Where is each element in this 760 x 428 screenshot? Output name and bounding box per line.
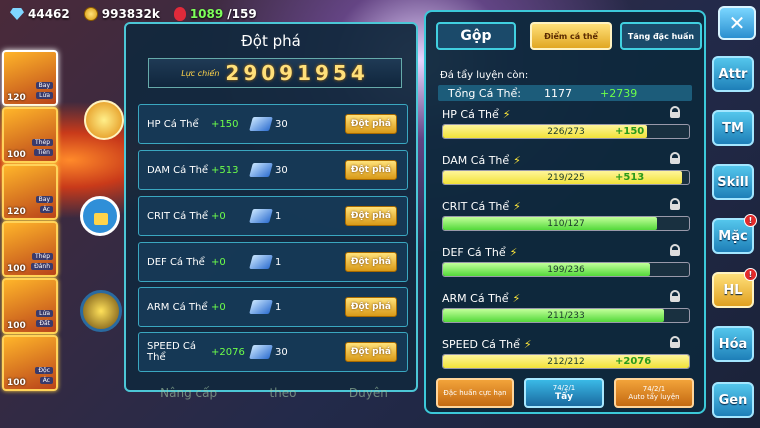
- monster-list: Bay Lửa 120 Thép Tiên 100 Bay Ác 120 Thép Đánh 1…: [2, 50, 60, 392]
- stat-arm: ARM Cá Thể ⚡ 211/233: [442, 290, 690, 323]
- stat-bar: 212/212 +2076: [442, 354, 690, 369]
- crystal-icon: [249, 345, 273, 359]
- lightning-icon: ⚡: [512, 291, 521, 305]
- stat-hp: HP Cá Thể ⚡ 226/273 +150: [442, 106, 690, 139]
- breakthrough-row: DAM Cá Thể +513 30 Đột phá: [138, 150, 408, 190]
- wash-button[interactable]: 74/2/1 Tẩy: [524, 378, 604, 408]
- breakthrough-row: ARM Cá Thể +0 1 Đột phá: [138, 287, 408, 327]
- breakthrough-button[interactable]: Đột phá: [344, 342, 397, 362]
- power-label: Lực chiến: [181, 68, 220, 78]
- lock-icon[interactable]: [670, 290, 680, 302]
- total-points-bar: Tổng Cá Thể: 1177 +2739: [438, 85, 692, 101]
- stat-bar: 219/225 +513: [442, 170, 690, 185]
- nav-gen[interactable]: Gen: [712, 382, 754, 418]
- tab-merge[interactable]: Gộp: [436, 22, 516, 50]
- gold-coin-icon: [83, 7, 98, 21]
- crystal-icon: [249, 209, 273, 223]
- notification-badge: !: [744, 268, 757, 281]
- breakthrough-row: HP Cá Thể +150 30 Đột phá: [138, 104, 408, 144]
- breakthrough-row: SPEED Cá Thể +2076 30 Đột phá: [138, 332, 408, 372]
- nav-tm[interactable]: TM: [712, 110, 754, 146]
- nav-hl[interactable]: HL!: [712, 268, 757, 308]
- stat-bar: 226/273 +150: [442, 124, 690, 139]
- stat-bar: 211/233: [442, 308, 690, 323]
- lightning-icon: ⚡: [513, 199, 521, 213]
- breakthrough-button[interactable]: Đột phá: [344, 252, 397, 272]
- crystal-icon: [249, 117, 273, 131]
- monster-card[interactable]: Bay Ác 120: [2, 164, 58, 220]
- star-badge-icon[interactable]: [84, 100, 124, 140]
- diamond-icon: [10, 8, 24, 20]
- lightning-icon: ⚡: [523, 337, 532, 351]
- lock-icon[interactable]: [670, 106, 680, 118]
- lightning-icon: ⚡: [513, 153, 521, 167]
- breakthrough-row: DEF Cá Thể +0 1 Đột phá: [138, 242, 408, 282]
- nav-skill[interactable]: Skill: [712, 164, 754, 200]
- lock-icon[interactable]: [670, 336, 680, 348]
- monster-card[interactable]: Thép Đánh 100: [2, 221, 58, 277]
- monster-card[interactable]: Thép Tiên 100: [2, 107, 58, 163]
- auto-wash-button[interactable]: 74/2/1 Auto tẩy luyện: [614, 378, 694, 408]
- crystal-icon: [249, 163, 273, 177]
- nav-attr[interactable]: Attr: [712, 56, 754, 92]
- evolution-orb-icon[interactable]: [80, 290, 122, 332]
- panel-title: Đột phá: [241, 32, 301, 50]
- lock-icon[interactable]: [670, 152, 680, 164]
- gems-counter: 44462: [10, 7, 70, 21]
- monster-card[interactable]: Độc Ác 100: [2, 335, 58, 391]
- stat-bar: 110/127: [442, 216, 690, 231]
- notification-badge: !: [744, 214, 757, 227]
- lightning-icon: ⚡: [502, 107, 511, 121]
- bag-lock-icon[interactable]: [80, 196, 120, 236]
- crystal-icon: [249, 300, 273, 314]
- stat-crit: CRIT Cá Thể ⚡ 110/127: [442, 198, 690, 231]
- crystal-icon: [249, 255, 273, 269]
- stones-remaining-label: Đá tẩy luyện còn:: [440, 70, 529, 81]
- stat-bar: 199/236: [442, 262, 690, 277]
- stat-dam: DAM Cá Thể ⚡ 219/225 +513: [442, 152, 690, 185]
- close-button[interactable]: ✕: [718, 6, 756, 40]
- lightning-icon: ⚡: [509, 245, 518, 259]
- lock-icon[interactable]: [670, 198, 680, 210]
- follow-label[interactable]: theo: [269, 386, 296, 400]
- upgrade-label[interactable]: Nâng cấp: [160, 386, 217, 400]
- monster-card[interactable]: Bay Lửa 120: [2, 50, 58, 106]
- bottom-menu: Nâng cấp theo Duyên: [134, 386, 414, 400]
- extreme-training-button[interactable]: Đặc huấn cực hạn: [436, 378, 514, 408]
- breakthrough-button[interactable]: Đột phá: [344, 114, 397, 134]
- lock-icon[interactable]: [670, 244, 680, 256]
- monster-card[interactable]: Lửa Đất 100: [2, 278, 58, 334]
- nav-hoa[interactable]: Hóa: [712, 326, 754, 362]
- combat-power: Lực chiến 29091954: [148, 58, 402, 88]
- breakthrough-panel: Đột phá Lực chiến 29091954 HP Cá Thể +150…: [124, 22, 418, 392]
- breakthrough-button[interactable]: Đột phá: [344, 160, 397, 180]
- breakthrough-row: CRIT Cá Thể +0 1 Đột phá: [138, 196, 408, 236]
- tab-special-training[interactable]: Tăng đặc huấn: [620, 22, 702, 50]
- stat-speed: SPEED Cá Thể ⚡ 212/212 +2076: [442, 336, 690, 369]
- tab-individual-points[interactable]: Điểm cá thể: [530, 22, 612, 50]
- gold-counter: 993832k: [83, 7, 160, 21]
- potion-icon: [173, 7, 186, 21]
- stat-def: DEF Cá Thể ⚡ 199/236: [442, 244, 690, 277]
- nav-mac[interactable]: Mặc!: [712, 214, 757, 254]
- fate-label[interactable]: Duyên: [349, 386, 388, 400]
- potion-counter: 1089/159: [173, 7, 257, 21]
- individual-points-panel: Gộp Điểm cá thể Tăng đặc huấn Đá tẩy luy…: [424, 10, 706, 414]
- breakthrough-button[interactable]: Đột phá: [344, 206, 397, 226]
- breakthrough-button[interactable]: Đột phá: [344, 297, 397, 317]
- close-icon: ✕: [728, 11, 746, 35]
- power-value: 29091954: [225, 61, 369, 85]
